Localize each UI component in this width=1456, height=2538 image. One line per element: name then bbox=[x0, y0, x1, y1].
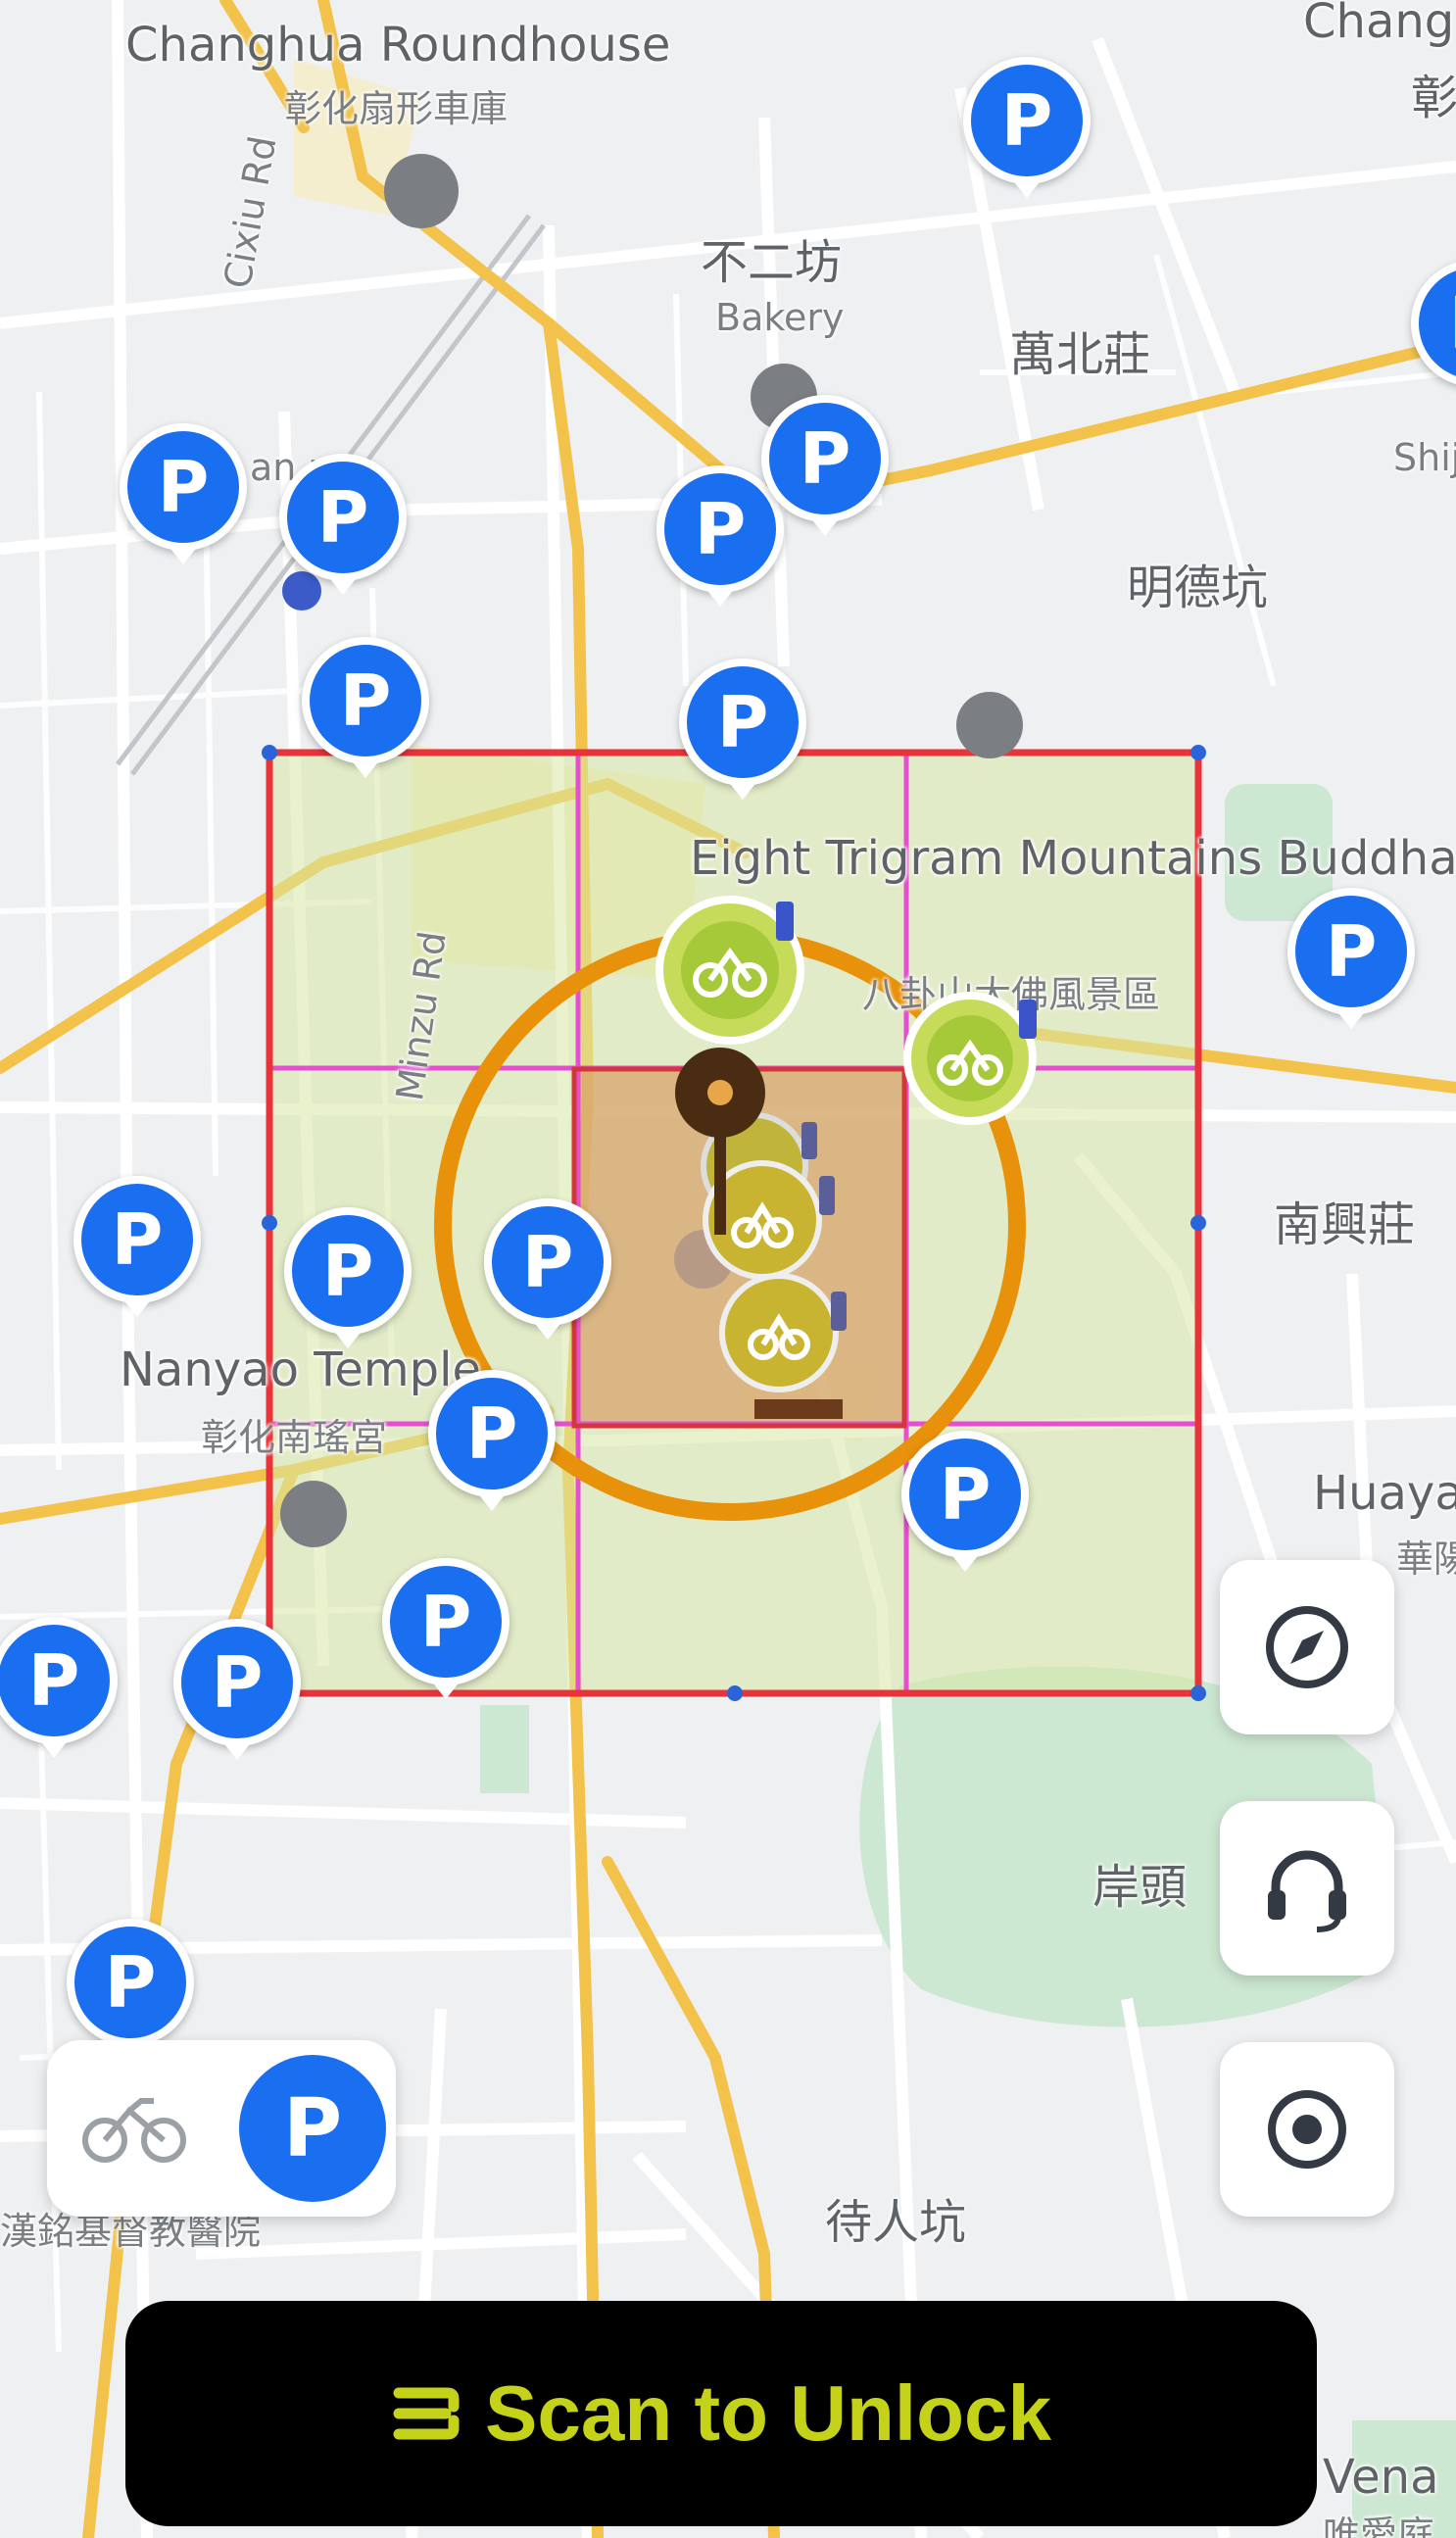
parking-pin[interactable]: P bbox=[679, 659, 806, 800]
map-label-huaya: Huaya bbox=[1313, 1466, 1456, 1521]
mode-toggle[interactable]: P bbox=[47, 2040, 396, 2217]
map-label-vena: Vena bbox=[1323, 2450, 1439, 2505]
parking-pin[interactable]: P bbox=[73, 1176, 201, 1317]
map-label-baguashan-zh: 八卦山大佛風景區 bbox=[862, 973, 1161, 1016]
scan-to-unlock-button[interactable]: Scan to Unlock bbox=[125, 2301, 1317, 2526]
parking-pin[interactable]: P bbox=[656, 465, 784, 607]
support-button[interactable] bbox=[1220, 1801, 1394, 1976]
map-label-nanyao-zh: 彰化南瑤宮 bbox=[201, 1416, 388, 1459]
map-label-changhua: Chang bbox=[1303, 0, 1455, 49]
compass-icon bbox=[1266, 1606, 1348, 1688]
headset-icon bbox=[1268, 1850, 1346, 1932]
parking-pin[interactable]: P bbox=[963, 57, 1091, 198]
scan-button-label: Scan to Unlock bbox=[485, 2369, 1051, 2457]
bike-mode-button[interactable] bbox=[80, 2083, 188, 2172]
parking-pin[interactable]: P bbox=[1287, 888, 1415, 1029]
map-label-dairenkeng: 待人坑 bbox=[825, 2195, 967, 2250]
map-label-huaya-zh: 華陽 bbox=[1396, 1537, 1456, 1581]
parking-pin[interactable]: P bbox=[284, 1207, 412, 1348]
map-label-nanxingzhuang: 南興莊 bbox=[1274, 1197, 1416, 1252]
map-label-baguashan: Eight Trigram Mountains Buddha Landscape bbox=[690, 831, 1456, 886]
map-label-mingdekeng: 明德坑 bbox=[1127, 561, 1269, 615]
map-label-changhua-zh: 彰 bbox=[1411, 71, 1456, 125]
parking-pin[interactable]: P bbox=[67, 1919, 194, 2060]
parking-pin[interactable]: P bbox=[120, 423, 247, 564]
map-label-antou: 岸頭 bbox=[1092, 1860, 1188, 1915]
map-label-bakery-zh: 不二坊 bbox=[701, 235, 843, 290]
map-label-nanyao: Nanyao Temple bbox=[120, 1342, 481, 1397]
bike-icon bbox=[82, 2098, 186, 2163]
parking-pin[interactable]: P bbox=[428, 1370, 556, 1511]
map-label-bakery: Bakery bbox=[715, 296, 845, 339]
parking-pin[interactable]: P bbox=[761, 395, 889, 536]
parking-pin[interactable]: P bbox=[302, 637, 429, 778]
locate-button[interactable] bbox=[1220, 2042, 1394, 2217]
map-label-roundhouse: Changhua Roundhouse bbox=[125, 18, 671, 73]
parking-pin[interactable]: P bbox=[279, 454, 407, 595]
map-label-shiji: Shij bbox=[1393, 436, 1456, 479]
parking-pin[interactable]: P bbox=[382, 1558, 510, 1699]
parking-pin[interactable]: P bbox=[484, 1198, 611, 1340]
parking-mode-button[interactable]: P bbox=[239, 2055, 386, 2202]
parking-pin[interactable]: P bbox=[901, 1431, 1029, 1572]
parking-pin[interactable]: P bbox=[173, 1619, 301, 1760]
compass-button[interactable] bbox=[1220, 1560, 1394, 1734]
scan-icon bbox=[393, 2387, 460, 2440]
map-label-roundhouse-zh: 彰化扇形車庫 bbox=[284, 87, 509, 130]
map-label-vena-zh: 唯愛庭 bbox=[1323, 2514, 1435, 2538]
map-label-wanbeizhuang: 萬北莊 bbox=[1009, 327, 1151, 382]
locate-icon bbox=[1268, 2090, 1346, 2169]
